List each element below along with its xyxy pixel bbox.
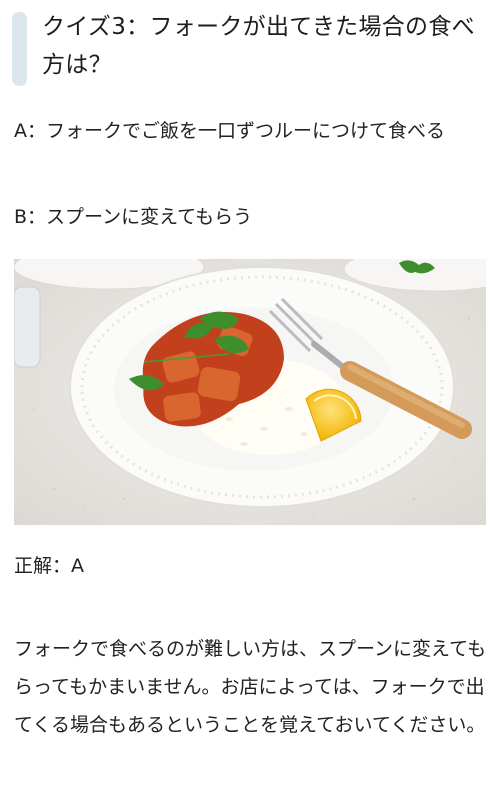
explanation-text: フォークで食べるのが難しい方は、スプーンに変えてもらってもかまいません。お店によ… xyxy=(14,638,487,736)
quiz-heading: クイズ3：フォークが出てきた場合の食べ方は？ xyxy=(12,8,488,86)
curry-photo xyxy=(14,259,486,525)
answer-text: 正解：A xyxy=(14,555,84,577)
choice-b-text: B：スプーンに変えてもらう xyxy=(14,206,253,228)
quiz-title: クイズ3：フォークが出てきた場合の食べ方は？ xyxy=(42,14,475,78)
heading-accent-bar xyxy=(12,12,27,86)
choice-a-text: A：フォークでご飯を一口ずつルーにつけて食べる xyxy=(14,120,445,142)
curry-plate-illustration xyxy=(14,259,486,525)
